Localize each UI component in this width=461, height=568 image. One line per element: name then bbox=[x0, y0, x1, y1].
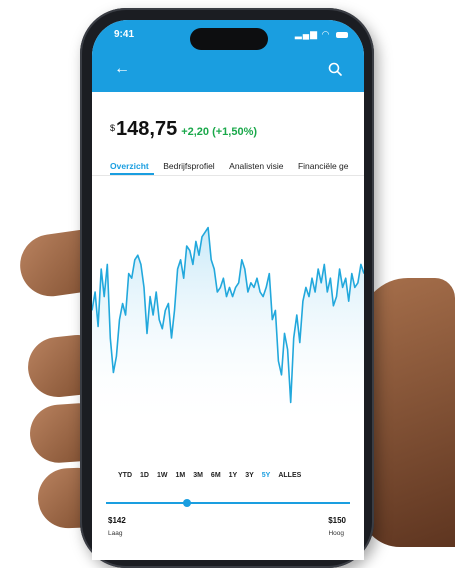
signal-icon: ▂▄▆ bbox=[294, 29, 319, 39]
range-5y[interactable]: 5Y bbox=[262, 472, 271, 479]
low-value: $142 bbox=[108, 516, 126, 525]
range-3y[interactable]: 3Y bbox=[245, 472, 254, 479]
range-1d[interactable]: 1D bbox=[140, 472, 149, 479]
high-label: Hoog bbox=[328, 530, 344, 537]
wifi-icon: ◠ bbox=[321, 29, 331, 39]
status-icons: ▂▄▆ ◠ bbox=[295, 29, 348, 40]
arrow-left-icon[interactable]: ← bbox=[114, 60, 130, 78]
battery-icon bbox=[336, 31, 348, 38]
search-icon[interactable] bbox=[328, 62, 342, 76]
app-header: 9:41 ▂▄▆ ◠ ← bbox=[92, 20, 364, 92]
price-row: $148,75 +2,20 (+1,50%) bbox=[110, 118, 257, 141]
dynamic-island bbox=[190, 28, 268, 50]
range-1w[interactable]: 1W bbox=[157, 472, 168, 479]
range-3m[interactable]: 3M bbox=[193, 472, 203, 479]
status-time: 9:41 bbox=[114, 29, 135, 40]
tab-analisten-visie[interactable]: Analisten visie bbox=[229, 161, 283, 171]
tab-bedrijfsprofiel[interactable]: Bedrijfsprofiel bbox=[163, 161, 215, 171]
tab-overzicht[interactable]: Overzicht bbox=[110, 161, 149, 171]
range-ytd[interactable]: YTD bbox=[118, 472, 132, 479]
range-1y[interactable]: 1Y bbox=[229, 472, 238, 479]
tab-bar: Overzicht Bedrijfsprofiel Analisten visi… bbox=[92, 156, 364, 174]
price-chart[interactable] bbox=[92, 180, 364, 440]
chart-area-fill bbox=[92, 227, 364, 430]
high-value: $150 bbox=[328, 516, 346, 525]
price-change: +2,20 (+1,50%) bbox=[181, 126, 258, 138]
tab-divider bbox=[92, 175, 364, 176]
tab-financiele-gegevens[interactable]: Financiële ge bbox=[298, 161, 349, 171]
phone-screen: 9:41 ▂▄▆ ◠ ← $148,75 +2,20 (+1,50%) Overz… bbox=[92, 20, 364, 560]
range-6m[interactable]: 6M bbox=[211, 472, 221, 479]
range-slider-thumb[interactable] bbox=[182, 499, 191, 507]
range-slider-track[interactable] bbox=[106, 502, 350, 504]
range-1m[interactable]: 1M bbox=[175, 472, 185, 479]
currency-symbol: $ bbox=[110, 123, 116, 133]
low-label: Laag bbox=[108, 530, 123, 537]
range-alles[interactable]: ALLES bbox=[278, 472, 301, 479]
range-selector: YTD 1D 1W 1M 3M 6M 1Y 3Y 5Y ALLES bbox=[118, 464, 309, 482]
hand-palm bbox=[360, 278, 455, 547]
stock-price: 148,75 bbox=[116, 118, 178, 140]
